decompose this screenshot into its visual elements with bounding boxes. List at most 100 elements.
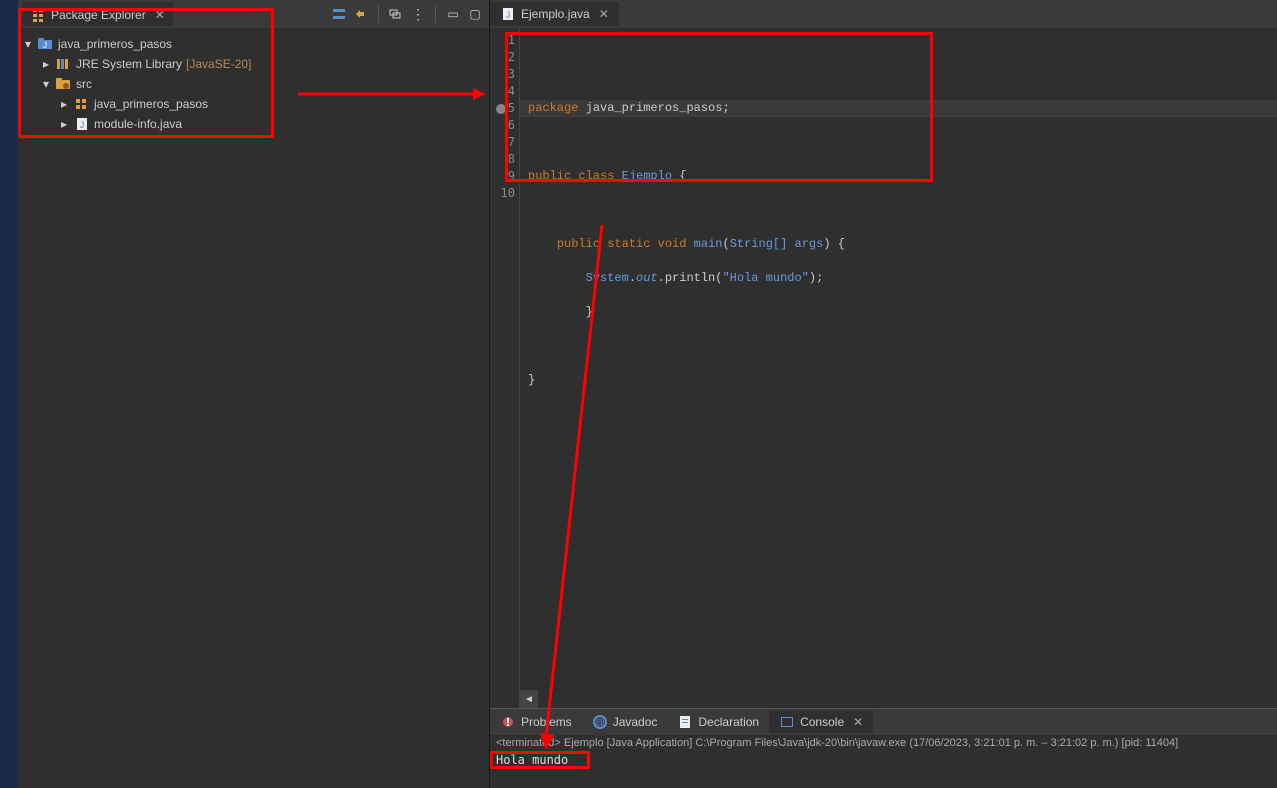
line-number: 10 bbox=[490, 185, 515, 202]
line-number: 2 bbox=[490, 49, 515, 66]
java-file-icon: J bbox=[74, 116, 90, 132]
svg-text:J: J bbox=[506, 10, 511, 20]
tab-ejemplo-java[interactable]: J Ejemplo.java ✕ bbox=[490, 2, 619, 26]
jre-label: JRE System Library bbox=[76, 57, 182, 71]
tab-console[interactable]: Console ✕ bbox=[769, 711, 873, 733]
editor-tab-bar: J Ejemplo.java ✕ bbox=[490, 0, 1277, 28]
tab-label: Problems bbox=[521, 715, 572, 729]
tab-label: Declaration bbox=[698, 715, 759, 729]
line-number: 5 bbox=[508, 100, 515, 117]
bottom-tab-bar: Problems @ Javadoc Declaration Console ✕ bbox=[490, 709, 1277, 735]
code-text: { bbox=[672, 169, 686, 183]
collapse-all-button[interactable] bbox=[329, 4, 349, 24]
line-number-gutter: 1 2 3 4 5 6 7 8 9 10 bbox=[490, 28, 520, 708]
svg-text:J: J bbox=[43, 41, 47, 50]
class-name: Ejemplo bbox=[614, 169, 672, 183]
library-icon bbox=[56, 56, 72, 72]
code-text: ); bbox=[809, 271, 823, 285]
declaration-icon bbox=[677, 714, 693, 730]
code-content-area[interactable]: package java_primeros_pasos; public clas… bbox=[520, 28, 1277, 708]
left-strip bbox=[0, 0, 18, 788]
project-icon: J bbox=[38, 36, 54, 52]
source-folder-icon bbox=[56, 76, 72, 92]
link-editor-button[interactable] bbox=[351, 4, 371, 24]
console-status: <terminated> Ejemplo [Java Application] … bbox=[490, 735, 1277, 751]
line-number: 3 bbox=[490, 66, 515, 83]
keyword: void bbox=[650, 237, 686, 251]
code-text: . bbox=[658, 271, 665, 285]
override-marker-icon bbox=[496, 104, 506, 114]
tab-declaration[interactable]: Declaration bbox=[667, 711, 769, 733]
svg-text:J: J bbox=[80, 120, 85, 130]
src-label: src bbox=[76, 77, 92, 91]
javadoc-icon: @ bbox=[592, 714, 608, 730]
code-editor[interactable]: 1 2 3 4 5 6 7 8 9 10 package java_primer… bbox=[490, 28, 1277, 708]
editor-panel: J Ejemplo.java ✕ 1 2 3 4 5 6 7 8 9 10 p bbox=[490, 0, 1277, 788]
tree-package[interactable]: ▸ java_primeros_pasos bbox=[22, 94, 485, 114]
hierarchy-icon bbox=[30, 7, 46, 23]
scroll-left-arrow[interactable]: ◄ bbox=[520, 690, 538, 708]
close-icon[interactable]: ✕ bbox=[155, 8, 165, 22]
line-number: 4 bbox=[490, 83, 515, 100]
view-menu-button[interactable]: ⋮ bbox=[408, 4, 428, 24]
jre-version: [JavaSE-20] bbox=[186, 57, 251, 71]
string-literal: "Hola mundo" bbox=[722, 271, 808, 285]
close-icon[interactable]: ✕ bbox=[853, 715, 863, 729]
explorer-tab-label: Package Explorer bbox=[51, 8, 146, 22]
chevron-right-icon[interactable]: ▸ bbox=[40, 57, 52, 71]
type: String bbox=[730, 237, 773, 251]
package-label: java_primeros_pasos bbox=[94, 97, 208, 111]
tab-javadoc[interactable]: @ Javadoc bbox=[582, 711, 668, 733]
keyword: static bbox=[600, 237, 650, 251]
java-file-icon: J bbox=[500, 6, 516, 22]
field: out bbox=[636, 271, 658, 285]
package-explorer-panel: Package Explorer ✕ ⋮ ▭ ▢ bbox=[18, 0, 490, 788]
code-text: java_primeros_pasos; bbox=[578, 101, 729, 115]
line-number: 8 bbox=[490, 151, 515, 168]
project-tree: ▾ J java_primeros_pasos ▸ JRE System Lib… bbox=[18, 28, 489, 140]
svg-text:@: @ bbox=[595, 718, 605, 729]
keyword: public bbox=[557, 237, 600, 251]
line-number: 1 bbox=[490, 32, 515, 49]
code-text: . bbox=[629, 271, 636, 285]
tree-project-root[interactable]: ▾ J java_primeros_pasos bbox=[22, 34, 485, 54]
maximize-button[interactable]: ▢ bbox=[465, 4, 485, 24]
problems-icon bbox=[500, 714, 516, 730]
method-name: main bbox=[686, 237, 722, 251]
toolbar-separator bbox=[435, 5, 436, 23]
tree-module-info[interactable]: ▸ J module-info.java bbox=[22, 114, 485, 134]
chevron-down-icon[interactable]: ▾ bbox=[22, 37, 34, 51]
chevron-right-icon[interactable]: ▸ bbox=[58, 97, 70, 111]
minimize-button[interactable]: ▭ bbox=[443, 4, 463, 24]
bottom-panel: Problems @ Javadoc Declaration Console ✕… bbox=[490, 708, 1277, 788]
code-text: ) { bbox=[823, 237, 845, 251]
line-number: 7 bbox=[490, 134, 515, 151]
identifier: System bbox=[586, 271, 629, 285]
method-call: println bbox=[665, 271, 715, 285]
tree-src-folder[interactable]: ▾ src bbox=[22, 74, 485, 94]
tab-label: Console bbox=[800, 715, 844, 729]
code-text: } bbox=[528, 373, 535, 387]
tab-label: Javadoc bbox=[613, 715, 658, 729]
project-label: java_primeros_pasos bbox=[58, 37, 172, 51]
editor-tab-label: Ejemplo.java bbox=[521, 7, 590, 21]
code-text: } bbox=[586, 305, 593, 319]
keyword: public class bbox=[528, 169, 614, 183]
chevron-right-icon[interactable]: ▸ bbox=[58, 117, 70, 131]
keyword: package bbox=[528, 101, 578, 115]
close-icon[interactable]: ✕ bbox=[599, 7, 609, 21]
param: args bbox=[787, 237, 823, 251]
tab-problems[interactable]: Problems bbox=[490, 711, 582, 733]
code-text: [] bbox=[773, 237, 787, 251]
toolbar-separator bbox=[378, 5, 379, 23]
console-output: Hola mundo bbox=[490, 751, 1277, 769]
code-text: ( bbox=[722, 237, 729, 251]
explorer-header: Package Explorer ✕ ⋮ ▭ ▢ bbox=[18, 0, 489, 28]
module-info-label: module-info.java bbox=[94, 117, 182, 131]
chevron-down-icon[interactable]: ▾ bbox=[40, 77, 52, 91]
tree-jre-library[interactable]: ▸ JRE System Library [JavaSE-20] bbox=[22, 54, 485, 74]
filters-button[interactable] bbox=[386, 4, 406, 24]
line-number: 6 bbox=[490, 117, 515, 134]
tab-package-explorer[interactable]: Package Explorer ✕ bbox=[22, 2, 173, 26]
console-icon bbox=[779, 714, 795, 730]
